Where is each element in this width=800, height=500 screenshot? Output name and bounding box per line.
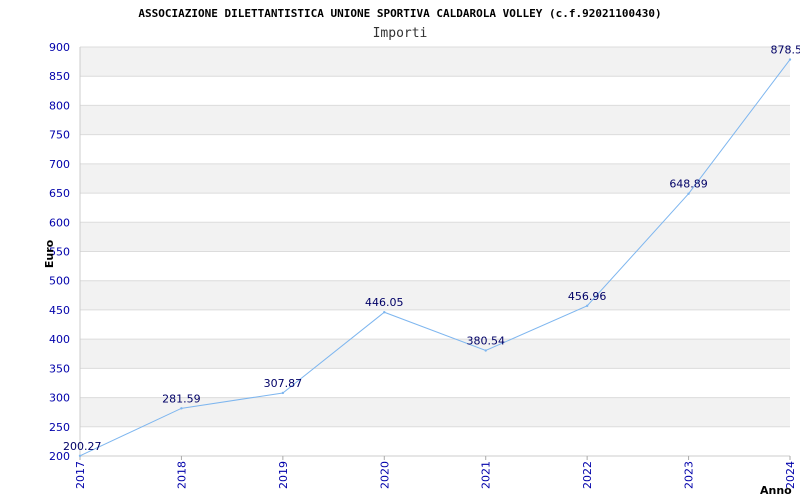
grid-band (80, 76, 790, 106)
chart-title: ASSOCIAZIONE DILETTANTISTICA UNIONE SPOR… (138, 7, 661, 20)
grid-band (80, 134, 790, 164)
data-label: 456.96 (568, 290, 607, 303)
y-tick-label: 450 (49, 304, 70, 317)
grid-band (80, 426, 790, 456)
x-axis-label: Anno (760, 484, 792, 497)
y-axis-label: Euro (43, 239, 56, 268)
y-tick-label: 750 (49, 129, 70, 142)
y-tick-label: 650 (49, 187, 70, 200)
data-label: 281.59 (162, 392, 201, 405)
y-tick-label: 700 (49, 158, 70, 171)
data-label: 307.87 (264, 377, 303, 390)
x-tick-label: 2023 (683, 461, 696, 489)
data-label: 878.5 (771, 44, 800, 57)
grid-band (80, 251, 790, 281)
data-point (484, 349, 487, 352)
data-label: 380.54 (466, 335, 505, 348)
grid-band (80, 193, 790, 223)
data-point (788, 58, 792, 61)
grid-band (80, 105, 790, 135)
data-point (687, 192, 690, 195)
y-tick-label: 600 (49, 216, 70, 229)
data-label: 446.05 (365, 296, 404, 309)
grid-band (80, 47, 790, 77)
x-tick-label: 2019 (277, 461, 290, 489)
y-tick-label: 250 (49, 421, 70, 434)
grid-band (80, 309, 790, 340)
data-point (383, 311, 386, 314)
line-chart: 2002503003504004505005506006507007508008… (43, 7, 800, 497)
x-tick-label: 2020 (378, 461, 391, 489)
y-tick-label: 350 (49, 362, 70, 375)
x-tick-labels: 2017 2018 2019 2020 2021 2022 2023 2024 (74, 461, 797, 489)
x-tick-label: 2017 (74, 461, 87, 489)
y-tick-label: 400 (49, 333, 70, 346)
data-label: 648.89 (669, 178, 708, 191)
y-tick-label: 500 (49, 275, 70, 288)
chart-subtitle: Importi (373, 26, 428, 41)
y-tick-label: 900 (49, 41, 70, 54)
data-point (78, 454, 82, 458)
y-tick-label: 850 (49, 70, 70, 83)
grid-band (80, 339, 790, 369)
y-tick-label: 800 (49, 99, 70, 112)
x-tick-label: 2018 (175, 461, 188, 489)
grid-band (80, 280, 790, 310)
x-tick-label: 2022 (581, 461, 594, 489)
data-point (281, 391, 285, 395)
data-label: 200.27 (63, 440, 102, 453)
grid-band (80, 222, 790, 252)
y-tick-label: 300 (49, 392, 70, 405)
data-point (180, 407, 183, 410)
data-point (585, 304, 589, 308)
x-tick-label: 2021 (480, 461, 493, 489)
